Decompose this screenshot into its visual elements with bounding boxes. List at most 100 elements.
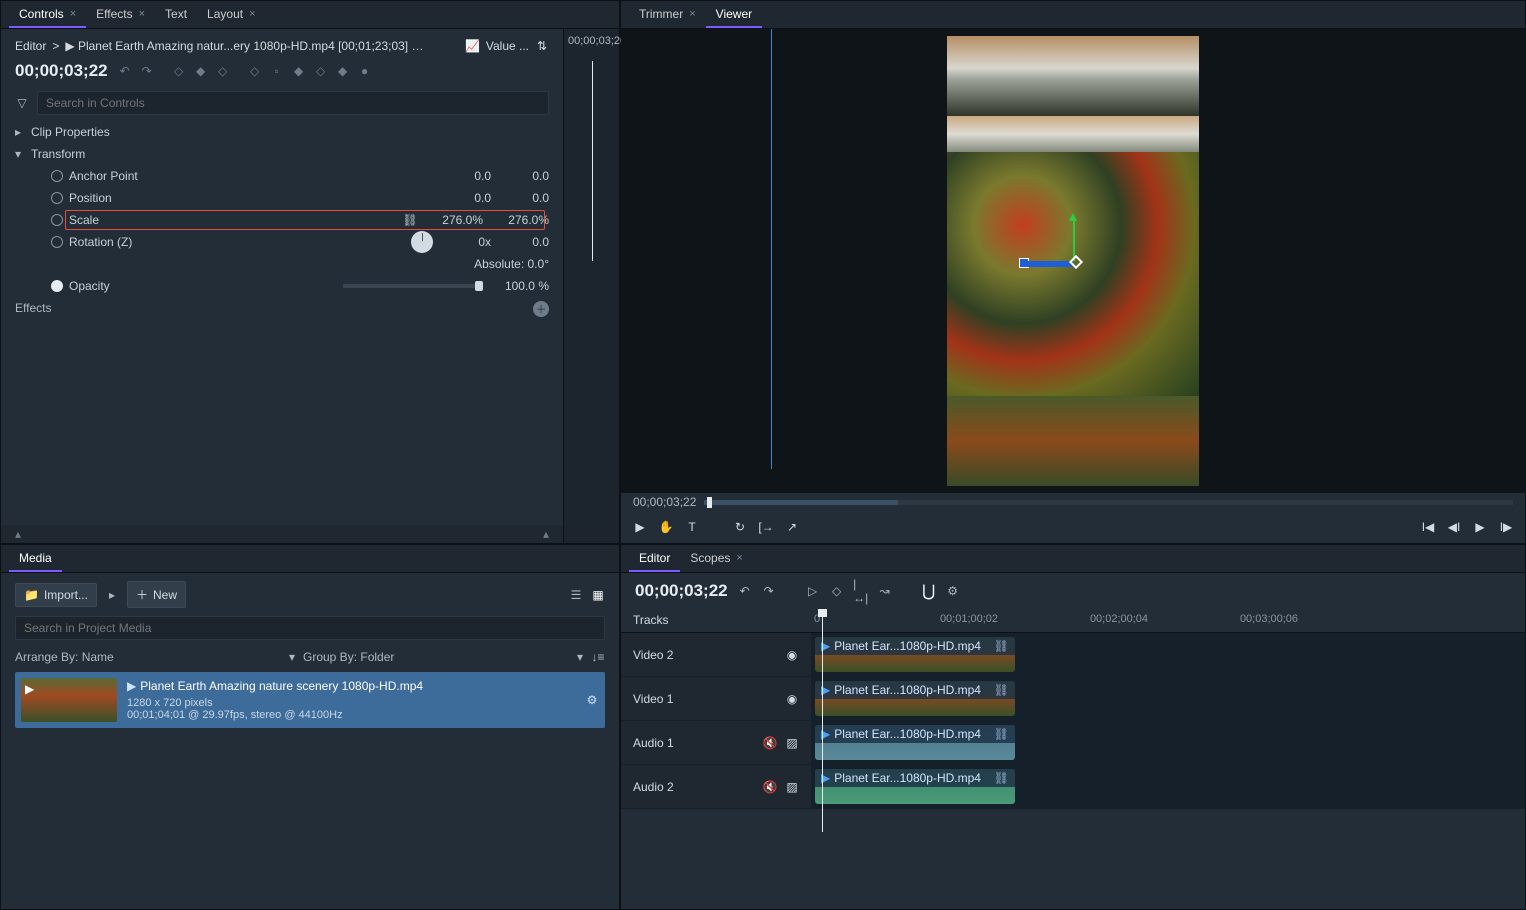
viewer-canvas-area[interactable] bbox=[621, 29, 1525, 493]
marker2-icon[interactable]: ▫ bbox=[270, 64, 284, 78]
timeline-playhead[interactable] bbox=[822, 609, 823, 832]
mute-icon[interactable]: 🔇 bbox=[763, 780, 777, 794]
timeline-clip[interactable]: ▶Planet Ear...1080p-HD.mp4⛓ bbox=[815, 681, 1015, 716]
tool-select-icon[interactable]: ▷ bbox=[806, 584, 820, 598]
gear-icon[interactable]: ⚙ bbox=[946, 584, 960, 598]
track-header[interactable]: Video 2 ◉ bbox=[621, 633, 811, 676]
controls-zoom-bar[interactable]: ▴ ▴ bbox=[1, 525, 563, 543]
grid-view-icon[interactable]: ▦ bbox=[591, 588, 605, 602]
media-item[interactable]: ▶ ▶Planet Earth Amazing nature scenery 1… bbox=[15, 672, 605, 728]
kf-next-icon[interactable]: ◇ bbox=[216, 64, 230, 78]
marker1-icon[interactable]: ◇ bbox=[248, 64, 262, 78]
tab-viewer[interactable]: Viewer bbox=[706, 2, 762, 28]
group-by-dropdown[interactable]: Group By: Folder▾ bbox=[303, 650, 583, 664]
track-content[interactable]: ▶Planet Ear...1080p-HD.mp4⛓ bbox=[811, 677, 1525, 720]
link-icon[interactable]: ⛓ bbox=[994, 639, 1009, 653]
tool-razor-icon[interactable]: ◇ bbox=[830, 584, 844, 598]
timecode[interactable]: 00;00;03;22 bbox=[15, 61, 108, 81]
graph-icon[interactable]: 📈 bbox=[466, 39, 480, 53]
tool-slide-icon[interactable]: ↝ bbox=[878, 584, 892, 598]
close-icon[interactable]: × bbox=[139, 8, 145, 20]
viewer-scrubber[interactable]: 00;00;03;22 bbox=[621, 493, 1525, 511]
tab-text[interactable]: Text bbox=[155, 2, 197, 28]
opacity-slider[interactable] bbox=[343, 284, 483, 288]
prop-y[interactable]: 0.0 bbox=[497, 235, 549, 249]
marker4-icon[interactable]: ◇ bbox=[314, 64, 328, 78]
prop-val[interactable]: 100.0 % bbox=[489, 279, 549, 293]
controls-mini-timeline[interactable]: 00;00;03;20 bbox=[563, 29, 619, 543]
export-icon[interactable]: ↗ bbox=[785, 520, 799, 534]
redo-icon[interactable]: ↷ bbox=[140, 64, 154, 78]
swap-icon[interactable]: ⇅ bbox=[535, 39, 549, 53]
mini-playhead[interactable] bbox=[592, 61, 593, 261]
keyframe-toggle[interactable] bbox=[51, 236, 63, 248]
gizmo-arrow-y[interactable] bbox=[1069, 213, 1077, 221]
solo-icon[interactable]: ▨ bbox=[785, 736, 799, 750]
timeline-clip[interactable]: ▶Planet Ear...1080p-HD.mp4⛓ bbox=[815, 637, 1015, 672]
tab-trimmer[interactable]: Trimmer× bbox=[629, 2, 706, 28]
prop-x[interactable]: 0.0 bbox=[439, 169, 491, 183]
text-icon[interactable]: T bbox=[685, 520, 699, 534]
track-content[interactable]: ▶Planet Ear...1080p-HD.mp4⛓ bbox=[811, 721, 1525, 764]
keyframe-toggle[interactable] bbox=[51, 170, 63, 182]
step-back-icon[interactable]: ◀I bbox=[1447, 520, 1461, 534]
eye-icon[interactable]: ◉ bbox=[785, 692, 799, 706]
undo-icon[interactable]: ↶ bbox=[118, 64, 132, 78]
link-icon[interactable]: ⛓ bbox=[994, 727, 1009, 741]
solo-icon[interactable]: ▨ bbox=[785, 780, 799, 794]
kf-prev-icon[interactable]: ◇ bbox=[172, 64, 186, 78]
kf-add-icon[interactable]: ◆ bbox=[194, 64, 208, 78]
editor-timecode[interactable]: 00;00;03;22 bbox=[635, 581, 728, 601]
marker3-icon[interactable]: ◆ bbox=[292, 64, 306, 78]
zoom-in-icon[interactable]: ▴ bbox=[543, 527, 549, 541]
track-header[interactable]: Audio 1 🔇▨ bbox=[621, 721, 811, 764]
tab-layout[interactable]: Layout× bbox=[197, 2, 265, 28]
section-transform[interactable]: ▾ Transform bbox=[15, 143, 549, 165]
close-icon[interactable]: × bbox=[689, 8, 695, 20]
link-icon[interactable]: ⛓ bbox=[403, 213, 417, 227]
list-view-icon[interactable]: ☰ bbox=[569, 588, 583, 602]
keyframe-toggle[interactable] bbox=[51, 280, 63, 292]
prop-x[interactable]: 0.0 bbox=[439, 191, 491, 205]
close-icon[interactable]: × bbox=[70, 8, 76, 20]
prop-x[interactable]: 276.0% bbox=[423, 213, 483, 227]
track-content[interactable]: ▶Planet Ear...1080p-HD.mp4⛓ bbox=[811, 633, 1525, 676]
sort-icon[interactable]: ↓≡ bbox=[591, 650, 605, 664]
new-button[interactable]: ＋New bbox=[127, 581, 186, 608]
link-icon[interactable]: ⛓ bbox=[994, 771, 1009, 785]
undo-icon[interactable]: ↶ bbox=[738, 584, 752, 598]
track-content[interactable]: ▶Planet Ear...1080p-HD.mp4⛓ bbox=[811, 765, 1525, 808]
breadcrumb-root[interactable]: Editor bbox=[15, 39, 46, 53]
timeline-clip[interactable]: ▶Planet Ear...1080p-HD.mp4⛓ bbox=[815, 769, 1015, 804]
arrange-by-dropdown[interactable]: Arrange By: Name▾ bbox=[15, 650, 295, 664]
breadcrumb-clip[interactable]: ▶ Planet Earth Amazing natur...ery 1080p… bbox=[65, 39, 425, 53]
close-icon[interactable]: × bbox=[249, 8, 255, 20]
zoom-out-icon[interactable]: ▴ bbox=[15, 527, 21, 541]
goto-start-icon[interactable]: I◀ bbox=[1421, 520, 1435, 534]
filter-icon[interactable]: ▽ bbox=[15, 96, 29, 110]
prop-y[interactable]: 0.0 bbox=[497, 191, 549, 205]
section-clip-properties[interactable]: ▸ Clip Properties bbox=[15, 121, 549, 143]
viewer-canvas[interactable] bbox=[947, 36, 1199, 486]
import-button[interactable]: 📁Import... bbox=[15, 583, 97, 607]
in-out-icon[interactable]: [→ bbox=[759, 520, 773, 534]
eye-icon[interactable]: ◉ bbox=[785, 648, 799, 662]
chevron-right-icon[interactable]: ▸ bbox=[105, 588, 119, 602]
controls-search-input[interactable] bbox=[37, 91, 549, 115]
prop-y[interactable]: 276.0% bbox=[489, 213, 549, 227]
prop-position[interactable]: Position 0.0 0.0 bbox=[15, 187, 549, 209]
timeline-ruler[interactable]: 0 00;01;00;02 00;02;00;04 00;03;00;06 bbox=[811, 609, 1525, 632]
timeline-clip[interactable]: ▶Planet Ear...1080p-HD.mp4⛓ bbox=[815, 725, 1015, 760]
snap-icon[interactable]: ⋃ bbox=[922, 584, 936, 598]
link-icon[interactable]: ⛓ bbox=[994, 683, 1009, 697]
mute-icon[interactable]: 🔇 bbox=[763, 736, 777, 750]
rotation-knob[interactable] bbox=[411, 231, 433, 253]
scrub-track[interactable] bbox=[704, 500, 1513, 505]
gizmo-axis-x[interactable] bbox=[1027, 261, 1073, 267]
prop-anchor-point[interactable]: Anchor Point 0.0 0.0 bbox=[15, 165, 549, 187]
hand-icon[interactable]: ✋ bbox=[659, 520, 673, 534]
track-header[interactable]: Video 1 ◉ bbox=[621, 677, 811, 720]
keyframe-toggle[interactable] bbox=[51, 214, 63, 226]
value-label[interactable]: Value ... bbox=[486, 39, 529, 53]
keyframe-toggle[interactable] bbox=[51, 192, 63, 204]
